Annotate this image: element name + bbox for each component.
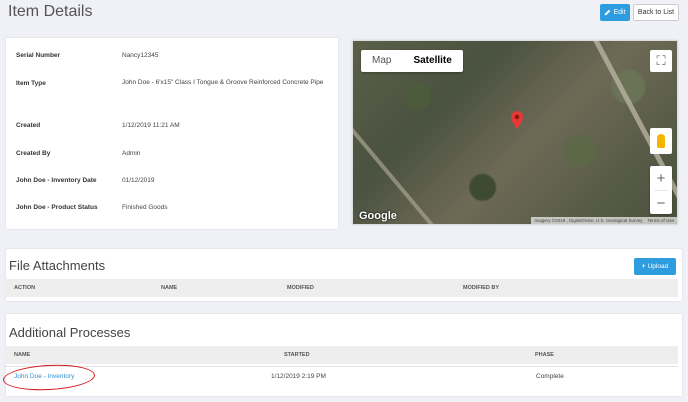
column-header-phase[interactable]: PHASE xyxy=(535,352,554,358)
item-details-card: Serial Number Nancy12345 Item Type John … xyxy=(6,38,338,229)
detail-label: Created xyxy=(16,122,41,129)
process-started: 1/12/2019 2:19 PM xyxy=(271,373,326,380)
detail-value: John Doe - 6'x15" Class I Tongue & Groov… xyxy=(122,79,324,86)
file-attachments-header: ACTION NAME MODIFIED MODIFIED BY xyxy=(4,279,678,297)
column-header-action[interactable]: ACTION xyxy=(14,285,35,291)
edit-button-label: Edit xyxy=(613,9,626,16)
upload-button-label: Upload xyxy=(647,263,669,270)
process-phase: Complete xyxy=(536,373,564,380)
back-to-list-button[interactable]: Back to List xyxy=(633,4,679,21)
map-marker-icon[interactable] xyxy=(511,111,523,129)
detail-label: Serial Number xyxy=(16,52,61,59)
processes-header: NAME STARTED PHASE xyxy=(4,346,678,364)
map-terms-link[interactable]: Terms of Use xyxy=(647,218,674,223)
detail-value: Finished Goods xyxy=(122,204,168,211)
upload-button[interactable]: + Upload xyxy=(634,258,676,275)
map-road xyxy=(353,118,448,224)
detail-label: Item Type xyxy=(16,80,46,87)
table-row: John Doe - Inventory 1/12/2019 2:19 PM C… xyxy=(4,366,678,386)
detail-label: John Doe - Inventory Date xyxy=(16,177,97,184)
street-view-pegman-icon[interactable] xyxy=(650,128,672,154)
map-tab-satellite[interactable]: Satellite xyxy=(402,50,462,72)
detail-value: Admin xyxy=(122,150,141,157)
column-header-modified[interactable]: MODIFIED xyxy=(287,285,314,291)
detail-label: John Doe - Product Status xyxy=(16,204,98,211)
map-attribution-text: Imagery ©2019 , DigitalGlobe, U.S. Geolo… xyxy=(534,218,643,223)
google-logo: Google xyxy=(359,210,397,222)
detail-label: Created By xyxy=(16,150,51,157)
pencil-icon xyxy=(605,9,611,16)
location-map[interactable]: Map Satellite ⛶ + − Google Imagery ©2019… xyxy=(352,40,678,225)
detail-value: Nancy12345 xyxy=(122,52,159,59)
column-header-name[interactable]: NAME xyxy=(161,285,177,291)
column-header-name[interactable]: NAME xyxy=(14,352,30,358)
plus-icon: + xyxy=(641,263,646,270)
map-zoom-control: + − xyxy=(650,166,672,214)
fullscreen-icon[interactable]: ⛶ xyxy=(650,50,672,72)
page-title: Item Details xyxy=(8,3,93,20)
column-header-modified-by[interactable]: MODIFIED BY xyxy=(463,285,499,291)
detail-value: 01/12/2019 xyxy=(122,177,155,184)
additional-processes-title: Additional Processes xyxy=(9,325,131,340)
zoom-in-button[interactable]: + xyxy=(650,166,672,190)
column-header-started[interactable]: STARTED xyxy=(284,352,310,358)
detail-value: 1/12/2019 11:21 AM xyxy=(122,122,180,129)
zoom-out-button[interactable]: − xyxy=(650,191,672,215)
edit-button[interactable]: Edit xyxy=(600,4,630,21)
map-attribution: Imagery ©2019 , DigitalGlobe, U.S. Geolo… xyxy=(531,217,677,224)
file-attachments-title: File Attachments xyxy=(9,258,106,273)
map-tab-map[interactable]: Map xyxy=(361,50,402,72)
map-type-tabs: Map Satellite xyxy=(361,50,463,72)
